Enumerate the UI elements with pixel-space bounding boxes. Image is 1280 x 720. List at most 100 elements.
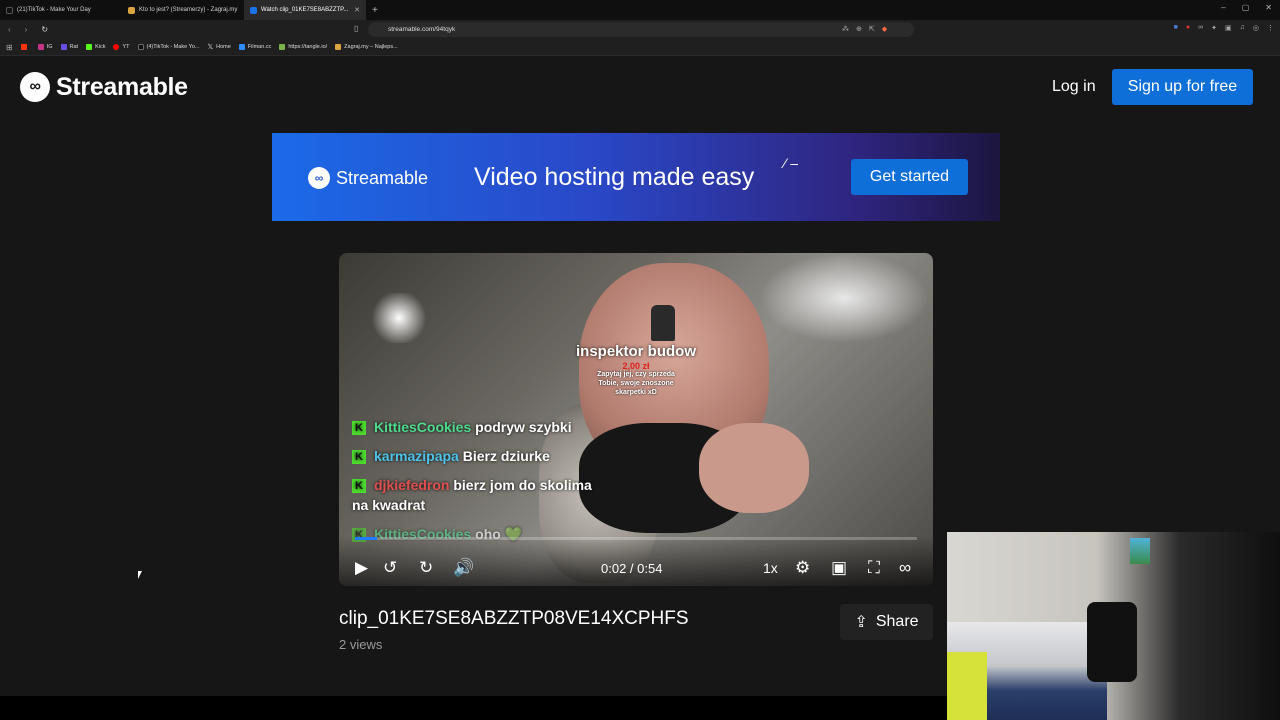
chat-user: karmazipapa <box>374 448 459 464</box>
bookmark[interactable]: (4)TikTok - Make Yo... <box>137 44 199 50</box>
playback-speed-button[interactable]: 1x <box>763 560 778 576</box>
reload-icon[interactable]: ↻ <box>41 25 48 34</box>
tab-bar: (21)TikTok - Make Your Day Kto to jest? … <box>0 0 1280 20</box>
bookmark[interactable]: Zagraj.my – Najleps... <box>335 44 398 50</box>
media-icon[interactable]: ♫ <box>1240 24 1245 32</box>
streamable-favicon-icon <box>250 6 257 14</box>
bookmark-favicon-icon <box>279 44 286 50</box>
play-icon[interactable]: ▶ <box>355 558 368 578</box>
banner-logo: ∞ Streamable <box>308 167 428 189</box>
shield-icon[interactable]: ◆ <box>882 25 887 33</box>
bookmark-favicon-icon <box>20 44 27 50</box>
bookmark[interactable] <box>20 44 30 50</box>
page-footer <box>0 696 947 720</box>
tab-label: Watch clip_01KE7SE8ABZZTP... <box>261 7 349 13</box>
volume-icon[interactable]: 🔊 <box>453 558 474 578</box>
back-icon[interactable]: ‹ <box>8 25 11 34</box>
bookmark[interactable]: IG <box>37 44 53 50</box>
bookmark[interactable]: https://tangle.io/ <box>279 44 327 50</box>
signup-button[interactable]: Sign up for free <box>1112 69 1253 105</box>
zoom-icon[interactable]: ⊕ <box>856 25 862 33</box>
vpn-icon[interactable]: ◎ <box>1253 24 1259 32</box>
zagraj-favicon-icon <box>128 6 135 14</box>
donation-title: inspektor budow <box>576 343 696 360</box>
bookmark[interactable]: Rat <box>60 44 78 50</box>
bookmarks-bar: ⊞ IG Rat Kick YT (4)TikTok - Make Yo... … <box>0 39 1280 56</box>
video-figure-hand <box>699 423 809 513</box>
share-button[interactable]: ⇪ Share <box>840 604 933 640</box>
share-page-icon[interactable]: ⇱ <box>869 25 875 33</box>
bookmark-star-icon[interactable]: ▯ <box>354 24 358 33</box>
forward-icon[interactable]: › <box>25 25 28 34</box>
kick-icon <box>86 44 93 50</box>
extension-icon[interactable]: ✦ <box>1211 24 1217 32</box>
streamable-logo-icon: ∞ <box>308 167 330 189</box>
menu-icon[interactable]: ⋮ <box>1267 24 1274 32</box>
banner-headline: Video hosting made easy <box>474 163 755 191</box>
site-logo[interactable]: ∞ Streamable <box>20 72 188 102</box>
bookmark-favicon-icon <box>238 44 245 50</box>
bookmark[interactable]: Kick <box>86 44 105 50</box>
bookmark-favicon-icon <box>335 44 342 50</box>
chat-user: KittiesCookies <box>374 419 472 435</box>
wall-poster <box>1130 538 1150 564</box>
browser-tab[interactable]: Kto to jest? (Streamerzy) - Zagraj.my <box>122 0 244 20</box>
chat-message: Kdjkiefedron bierz jom do skolima na kwa… <box>352 475 592 515</box>
tab-label: Kto to jest? (Streamerzy) - Zagraj.my <box>139 7 238 13</box>
gaming-chair <box>1087 602 1137 682</box>
translate-icon[interactable]: ⁂ <box>842 25 849 33</box>
close-tab-icon[interactable]: ✕ <box>354 6 360 14</box>
settings-gear-icon[interactable]: ⚙ <box>795 558 810 578</box>
rewind-10-icon[interactable]: ↺ <box>383 558 397 578</box>
navigation-buttons: ‹ › ↻ <box>8 25 48 34</box>
webcam-overlay <box>947 532 1280 720</box>
streamable-watermark-icon[interactable]: ∞ <box>899 558 911 578</box>
get-started-button[interactable]: Get started <box>851 159 968 195</box>
video-player[interactable]: inspektor budow 2,00 zł Zapytaj jej, czy… <box>339 253 933 586</box>
promo-banner[interactable]: ∞ Streamable Video hosting made easy ⁄ ‒… <box>272 133 1000 221</box>
extension-icon[interactable]: ■ <box>1174 24 1178 32</box>
video-light <box>369 293 429 343</box>
picture-in-picture-icon[interactable]: ▣ <box>831 558 847 578</box>
login-link[interactable]: Log in <box>1052 78 1096 96</box>
bookmark[interactable]: YT <box>113 44 130 50</box>
url-actions: ⁂ ⊕ ⇱ ◆ <box>842 25 887 33</box>
kick-badge-icon: K <box>352 450 366 465</box>
address-bar-row: ‹ › ↻ ▯ streamable.com/94tqyk ⁂ ⊕ ⇱ ◆ <box>0 20 1280 39</box>
donor-avatar-icon <box>651 305 675 341</box>
chat-user: djkiefedron <box>374 477 450 493</box>
chat-overlay: K KittiesCookies podryw szybki Kkarmazipa… <box>352 417 592 553</box>
new-tab-button[interactable]: + <box>372 5 378 16</box>
kick-badge-icon: K <box>352 479 366 494</box>
tiktok-favicon-icon <box>6 6 13 14</box>
extension-icon[interactable]: ● <box>1186 24 1190 32</box>
bookmark[interactable]: Filman.cc <box>238 44 271 50</box>
url-field[interactable]: streamable.com/94tqyk <box>368 22 914 37</box>
apps-grid-icon[interactable]: ⊞ <box>6 43 13 52</box>
fullscreen-icon[interactable]: ⛶ <box>868 558 880 578</box>
forward-10-icon[interactable]: ↻ <box>419 558 433 578</box>
extension-icon[interactable]: ∞ <box>1198 24 1203 32</box>
extension-icon[interactable]: ▣ <box>1225 24 1232 32</box>
chat-message: Kkarmazipapa Bierz dziurke <box>352 446 592 466</box>
progress-fill <box>355 537 378 540</box>
bookmark[interactable]: 𝕏 Home <box>207 43 230 51</box>
clip-title: clip_01KE7SE8ABZZTP08VE14XCPHFS <box>339 608 689 629</box>
share-icon: ⇪ <box>854 614 868 631</box>
donation-amount: 2,00 zł <box>622 361 650 371</box>
close-window-button[interactable]: ✕ <box>1265 3 1272 12</box>
browser-tab-active[interactable]: Watch clip_01KE7SE8ABZZTP... ✕ <box>244 0 366 20</box>
maximize-button[interactable]: ▢ <box>1242 3 1250 12</box>
browser-tab[interactable]: (21)TikTok - Make Your Day <box>0 0 122 20</box>
sparkle-icon: ⁄ ‒ <box>784 155 799 171</box>
progress-bar[interactable] <box>355 537 917 540</box>
instagram-icon <box>37 44 44 50</box>
tiktok-icon <box>137 44 144 50</box>
minimize-button[interactable]: – <box>1221 3 1225 12</box>
window-controls: – ▢ ✕ <box>1221 3 1272 12</box>
donation-message: Zapytaj jej, czy sprzeda Tobie, swoje zn… <box>597 371 675 396</box>
bookmark-favicon-icon <box>60 44 67 50</box>
x-logo-icon: 𝕏 <box>207 44 214 51</box>
chat-text: Bierz dziurke <box>462 448 550 464</box>
view-count: 2 views <box>339 637 383 652</box>
